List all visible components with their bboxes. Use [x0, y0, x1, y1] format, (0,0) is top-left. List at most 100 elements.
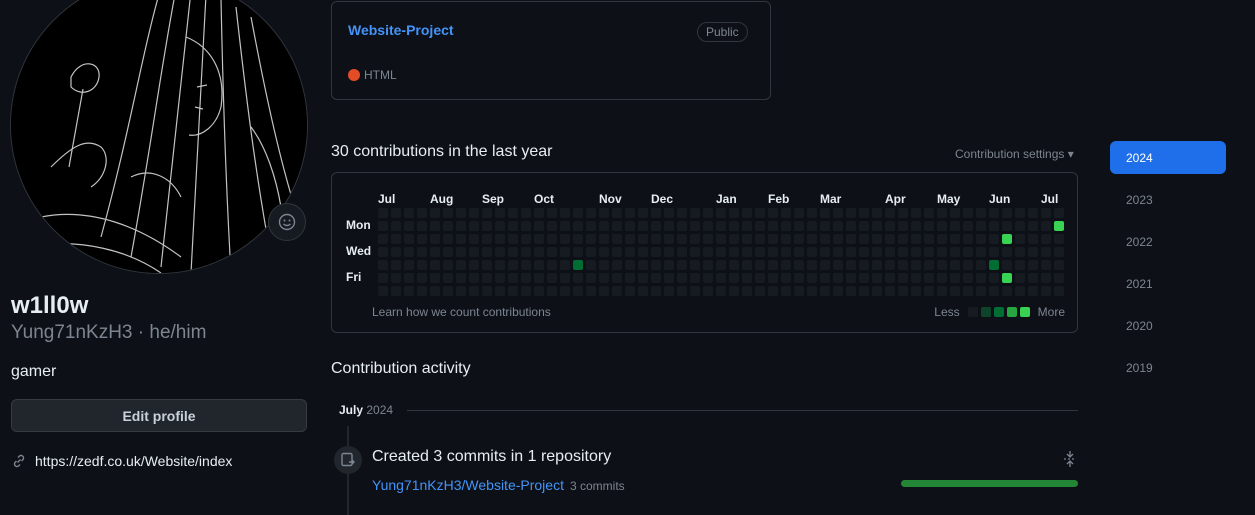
contribution-cell[interactable] [560, 260, 570, 270]
contribution-cell[interactable] [989, 260, 999, 270]
contribution-cell[interactable] [872, 221, 882, 231]
contribution-cell[interactable] [391, 234, 401, 244]
contribution-cell[interactable] [521, 273, 531, 283]
contribution-cell[interactable] [807, 273, 817, 283]
contribution-cell[interactable] [560, 247, 570, 257]
contribution-cell[interactable] [469, 247, 479, 257]
contribution-cell[interactable] [677, 208, 687, 218]
contribution-cell[interactable] [1041, 260, 1051, 270]
contribution-cell[interactable] [521, 286, 531, 296]
contribution-cell[interactable] [820, 234, 830, 244]
contribution-cell[interactable] [612, 221, 622, 231]
contribution-cell[interactable] [807, 286, 817, 296]
contribution-cell[interactable] [976, 286, 986, 296]
contribution-cell[interactable] [1002, 273, 1012, 283]
contribution-cell[interactable] [755, 247, 765, 257]
contribution-cell[interactable] [937, 234, 947, 244]
contribution-cell[interactable] [599, 221, 609, 231]
contribution-cell[interactable] [417, 208, 427, 218]
website-link[interactable]: https://zedf.co.uk/Website/index [35, 453, 232, 469]
contribution-cell[interactable] [950, 247, 960, 257]
contribution-cell[interactable] [677, 273, 687, 283]
contribution-cell[interactable] [1054, 286, 1064, 296]
learn-contributions-link[interactable]: Learn how we count contributions [372, 305, 551, 319]
contribution-cell[interactable] [924, 286, 934, 296]
contribution-cell[interactable] [469, 234, 479, 244]
contribution-cell[interactable] [404, 247, 414, 257]
year-2024[interactable]: 2024 [1110, 141, 1226, 174]
contribution-cell[interactable] [1015, 273, 1025, 283]
contribution-cell[interactable] [885, 260, 895, 270]
contribution-cell[interactable] [508, 247, 518, 257]
contribution-cell[interactable] [924, 234, 934, 244]
contribution-cell[interactable] [573, 247, 583, 257]
contribution-cell[interactable] [963, 208, 973, 218]
contribution-cell[interactable] [508, 260, 518, 270]
contribution-cell[interactable] [677, 247, 687, 257]
contribution-cell[interactable] [742, 286, 752, 296]
contribution-cell[interactable] [794, 286, 804, 296]
contribution-cell[interactable] [417, 247, 427, 257]
contribution-cell[interactable] [794, 221, 804, 231]
contribution-cell[interactable] [456, 273, 466, 283]
year-2021[interactable]: 2021 [1110, 267, 1226, 300]
contribution-cell[interactable] [404, 221, 414, 231]
contribution-cell[interactable] [547, 234, 557, 244]
contribution-cell[interactable] [898, 286, 908, 296]
contribution-cell[interactable] [430, 286, 440, 296]
contribution-cell[interactable] [820, 247, 830, 257]
contribution-cell[interactable] [937, 273, 947, 283]
contribution-cell[interactable] [495, 208, 505, 218]
contribution-cell[interactable] [950, 208, 960, 218]
contribution-cell[interactable] [781, 273, 791, 283]
contribution-cell[interactable] [677, 221, 687, 231]
contribution-cell[interactable] [638, 234, 648, 244]
contribution-cell[interactable] [833, 208, 843, 218]
contribution-cell[interactable] [833, 260, 843, 270]
contribution-cell[interactable] [924, 247, 934, 257]
contribution-cell[interactable] [690, 260, 700, 270]
contribution-cell[interactable] [391, 221, 401, 231]
contribution-cell[interactable] [508, 234, 518, 244]
contribution-cell[interactable] [872, 286, 882, 296]
contribution-cell[interactable] [1002, 221, 1012, 231]
contribution-cell[interactable] [573, 221, 583, 231]
contribution-cell[interactable] [716, 208, 726, 218]
contribution-cell[interactable] [729, 273, 739, 283]
contribution-cell[interactable] [794, 260, 804, 270]
contribution-cell[interactable] [456, 221, 466, 231]
contribution-cell[interactable] [638, 247, 648, 257]
profile-avatar[interactable] [10, 0, 308, 274]
contribution-cell[interactable] [1015, 234, 1025, 244]
contribution-cell[interactable] [729, 208, 739, 218]
contribution-cell[interactable] [859, 286, 869, 296]
contribution-cell[interactable] [625, 286, 635, 296]
contribution-cell[interactable] [625, 273, 635, 283]
contribution-cell[interactable] [911, 234, 921, 244]
contribution-cell[interactable] [846, 221, 856, 231]
profile-website[interactable]: https://zedf.co.uk/Website/index [11, 453, 232, 469]
contribution-cell[interactable] [625, 221, 635, 231]
contribution-cell[interactable] [768, 208, 778, 218]
contribution-cell[interactable] [1028, 234, 1038, 244]
contribution-cell[interactable] [378, 208, 388, 218]
contribution-cell[interactable] [768, 221, 778, 231]
contribution-cell[interactable] [391, 260, 401, 270]
contribution-cell[interactable] [1015, 247, 1025, 257]
contribution-cell[interactable] [430, 221, 440, 231]
contribution-cell[interactable] [742, 208, 752, 218]
contribution-cell[interactable] [651, 286, 661, 296]
contribution-cell[interactable] [911, 260, 921, 270]
contribution-cell[interactable] [651, 247, 661, 257]
contribution-cell[interactable] [443, 286, 453, 296]
contribution-cell[interactable] [469, 208, 479, 218]
contribution-cell[interactable] [586, 273, 596, 283]
contribution-cell[interactable] [560, 221, 570, 231]
contribution-cell[interactable] [989, 286, 999, 296]
contribution-cell[interactable] [690, 208, 700, 218]
contribution-cell[interactable] [625, 208, 635, 218]
contribution-cell[interactable] [846, 234, 856, 244]
contribution-cell[interactable] [768, 273, 778, 283]
contribution-cell[interactable] [664, 208, 674, 218]
contribution-cell[interactable] [391, 247, 401, 257]
